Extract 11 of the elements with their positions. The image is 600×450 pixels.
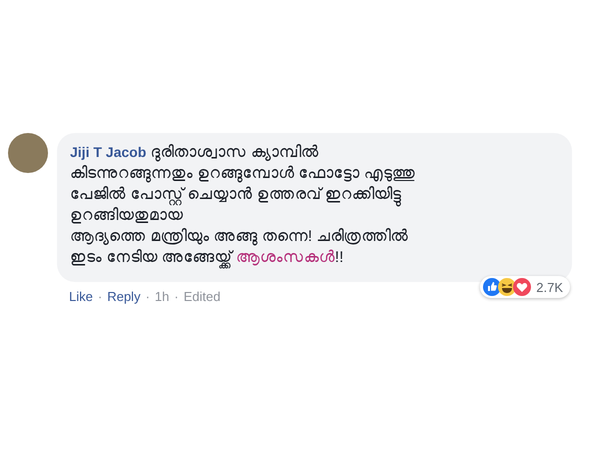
reply-link[interactable]: Reply (107, 289, 140, 304)
reactions-pill[interactable]: 2.7K (480, 276, 570, 298)
edited-label: Edited (184, 289, 220, 304)
reaction-count: 2.7K (536, 280, 563, 294)
comment-text: Jiji T Jacob ദുരിതാശ്വാസ ക്യാമ്പിൽ കിടന്നുറങ്ങുന്നതും ഉറങ്ങുമ്പോൾ ഫോട്ടോ എടുത്തു പേജിൽ പോസ്റ്റ് ചെയ്യാൻ ഉത്തരവ് ഇറക്കിയിട്ടു ഉറങ്ങിയതുമായ ആദ്യത്തെ മന്ത്രിയും അങ്ങു തന്നെ! ചരിത്രത്തിൽ ഇടം നേടിയ അങ്ങേയ്ക്ക് ആശംസകൾ!! (70, 142, 558, 268)
separator-dot: · (174, 289, 179, 304)
avatar-circle[interactable] (8, 133, 48, 173)
separator-dot: · (145, 289, 150, 304)
separator-dot: · (98, 289, 102, 304)
like-link[interactable]: Like (69, 289, 93, 304)
heart-reaction-icon (513, 278, 532, 296)
